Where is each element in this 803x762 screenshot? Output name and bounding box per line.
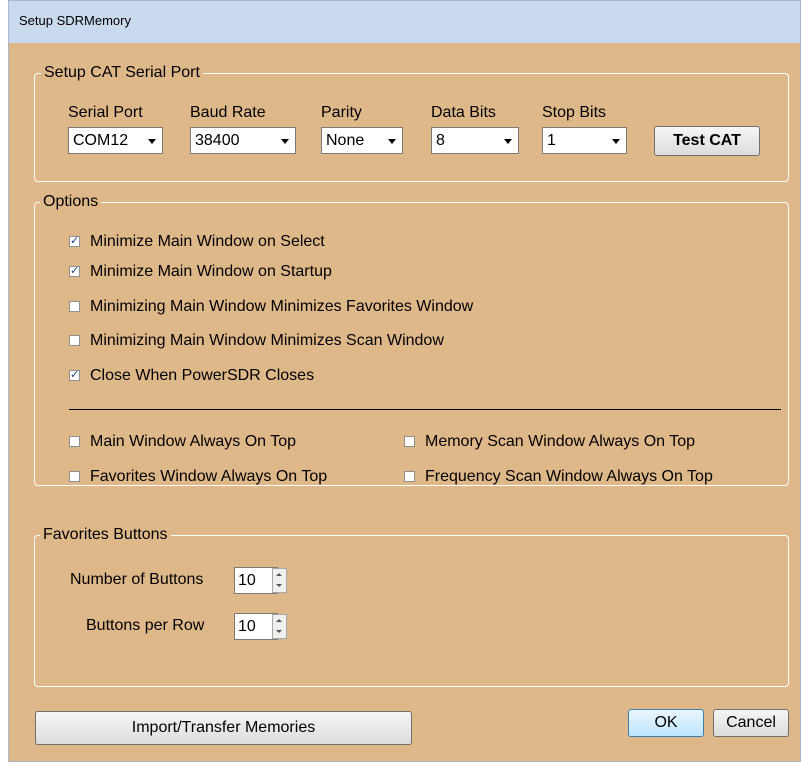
stop-bits-select[interactable]: 1: [542, 127, 627, 154]
spin-down-icon[interactable]: [276, 584, 282, 587]
checkbox-label: Minimizing Main Window Minimizes Favorit…: [90, 298, 474, 315]
spin-buttons[interactable]: [272, 614, 287, 639]
serial-port-group-title: Setup CAT Serial Port: [41, 64, 203, 82]
baud-rate-value: 38400: [195, 132, 240, 149]
checkbox-label: Close When PowerSDR Closes: [90, 367, 315, 384]
setup-dialog: Setup SDRMemory Setup CAT Serial Port Se…: [8, 0, 801, 762]
window-title: Setup SDRMemory: [19, 13, 131, 28]
import-transfer-label: Import/Transfer Memories: [131, 719, 316, 736]
chevron-down-icon: [148, 139, 156, 144]
checkbox-box: ✓: [69, 235, 80, 247]
serial-port-group: Setup CAT Serial Port Serial Port Baud R…: [34, 64, 789, 182]
parity-label: Parity: [321, 104, 362, 121]
checkbox-box: [69, 335, 80, 346]
stop-bits-label: Stop Bits: [542, 104, 607, 121]
cancel-button[interactable]: Cancel: [713, 709, 789, 737]
favorites-group-title: Favorites Buttons: [40, 526, 171, 544]
data-bits-label: Data Bits: [431, 104, 496, 121]
checkbox-box: [404, 436, 415, 447]
checkbox-box: [404, 471, 415, 482]
ok-button[interactable]: OK: [628, 709, 704, 737]
title-bar: Setup SDRMemory: [9, 1, 800, 43]
per-row-value: 10: [238, 618, 256, 635]
checkbox-label: Minimizing Main Window Minimizes Scan Wi…: [90, 332, 444, 349]
checkbox-box: [69, 301, 80, 312]
options-group: Options ✓ Minimize Main Window on Select…: [34, 193, 789, 486]
checkbox-label: Minimize Main Window on Select: [90, 233, 325, 250]
checkbox-label: Memory Scan Window Always On Top: [425, 433, 696, 450]
checkbox-box: ✓: [69, 369, 80, 381]
import-transfer-button[interactable]: Import/Transfer Memories: [35, 711, 412, 745]
serial-port-value: COM12: [73, 132, 129, 149]
options-separator: [69, 409, 781, 410]
chevron-down-icon: [281, 139, 289, 144]
data-bits-value: 8: [436, 132, 445, 149]
ok-button-label: OK: [654, 714, 678, 731]
num-buttons-label: Number of Buttons: [70, 571, 204, 588]
spin-buttons[interactable]: [272, 568, 287, 593]
spin-up-icon[interactable]: [276, 573, 282, 576]
stop-bits-value: 1: [547, 132, 556, 149]
checkbox-box: [69, 436, 80, 447]
options-group-title: Options: [40, 193, 102, 211]
data-bits-select[interactable]: 8: [431, 127, 519, 154]
checkbox-box: ✓: [69, 265, 80, 277]
baud-rate-select[interactable]: 38400: [190, 127, 296, 154]
serial-port-select[interactable]: COM12: [68, 127, 163, 154]
chevron-down-icon: [388, 139, 396, 144]
checkbox-label: Frequency Scan Window Always On Top: [425, 468, 713, 485]
checkbox-box: [69, 471, 80, 482]
baud-rate-label: Baud Rate: [190, 104, 266, 121]
num-buttons-value: 10: [238, 572, 256, 589]
chevron-down-icon: [612, 139, 620, 144]
favorites-group: Favorites Buttons Number of Buttons 10 B…: [34, 526, 789, 687]
spin-up-icon[interactable]: [276, 619, 282, 622]
spin-down-icon[interactable]: [276, 630, 282, 633]
serial-port-label: Serial Port: [68, 104, 143, 121]
checkbox-label: Minimize Main Window on Startup: [90, 263, 332, 280]
test-cat-button-label: Test CAT: [673, 132, 741, 149]
parity-value: None: [326, 132, 365, 149]
cancel-button-label: Cancel: [726, 714, 776, 731]
checkbox-label: Main Window Always On Top: [90, 433, 297, 450]
parity-select[interactable]: None: [321, 127, 403, 154]
per-row-label: Buttons per Row: [86, 617, 205, 634]
chevron-down-icon: [504, 139, 512, 144]
test-cat-button[interactable]: Test CAT: [654, 126, 760, 156]
num-buttons-stepper[interactable]: 10: [234, 567, 294, 594]
checkbox-label: Favorites Window Always On Top: [90, 468, 328, 485]
per-row-stepper[interactable]: 10: [234, 613, 294, 640]
